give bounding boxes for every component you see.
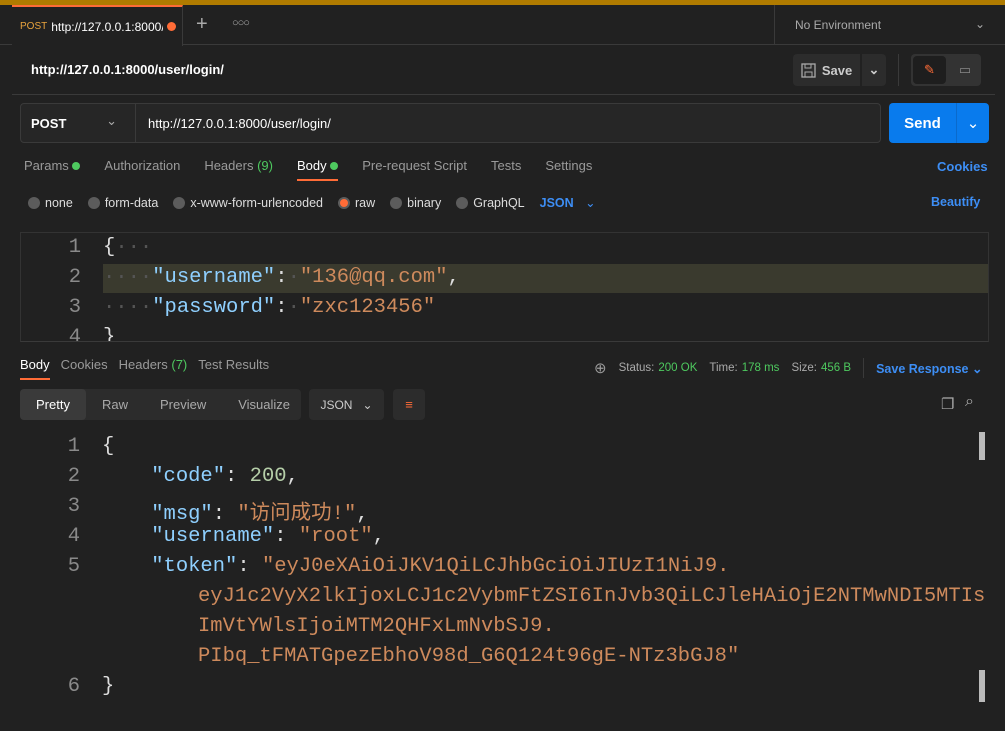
scrollbar-marker[interactable] bbox=[979, 670, 985, 702]
line-number: 5 bbox=[67, 555, 80, 578]
radio-none[interactable]: none bbox=[28, 196, 73, 210]
divider bbox=[898, 54, 899, 86]
tab-method: POST bbox=[20, 21, 48, 32]
response-format-select[interactable]: JSON ⌄ bbox=[309, 389, 384, 420]
tab-tests[interactable]: Tests bbox=[491, 158, 521, 181]
radio-form-data[interactable]: form-data bbox=[87, 196, 158, 210]
response-body-viewer: 1 2 3 4 5 6 { "code": 200, "msg": "访问成功!… bbox=[20, 432, 989, 731]
code-line: ····"username":·"136@qq.com", bbox=[103, 266, 460, 289]
request-tab[interactable]: POST http://127.0.0.1:8000/u bbox=[12, 5, 183, 46]
response-tabs: Body Cookies Headers (7) Test Results bbox=[20, 357, 280, 380]
cookies-link[interactable]: Cookies bbox=[937, 159, 988, 174]
code-line-wrapped: eyJ1c2VyX2lkIjoxLCJ1c2VybmFtZSI6InJvb3Qi… bbox=[198, 585, 986, 608]
tab-headers[interactable]: Headers (9) bbox=[204, 158, 273, 181]
tab-response-cookies[interactable]: Cookies bbox=[61, 357, 108, 380]
body-format-select[interactable]: JSON ⌄ bbox=[540, 195, 596, 210]
tab-bar: POST http://127.0.0.1:8000/u + ○○○ No En… bbox=[0, 5, 1005, 46]
code-line: } bbox=[102, 675, 115, 698]
request-title[interactable]: http://127.0.0.1:8000/user/login/ bbox=[31, 62, 224, 77]
code-line: "code": 200, bbox=[151, 465, 299, 488]
line-number: 1 bbox=[67, 435, 80, 458]
line-number: 1 bbox=[68, 236, 81, 259]
code-line: "username": "root", bbox=[151, 525, 385, 548]
more-tabs-icon[interactable]: ○○○ bbox=[232, 17, 250, 29]
send-button[interactable]: Send ⌄ bbox=[889, 103, 989, 143]
search-icon[interactable]: ⌕ bbox=[965, 393, 974, 411]
tab-response-body[interactable]: Body bbox=[20, 357, 50, 380]
tab-settings[interactable]: Settings bbox=[545, 158, 592, 181]
send-options-chevron-icon[interactable]: ⌄ bbox=[956, 103, 989, 143]
save-label: Save bbox=[821, 62, 853, 78]
response-status: ⊕ Status: 200 OK Time: 178 ms Size: 456 B S… bbox=[594, 358, 983, 378]
tab-params[interactable]: Params bbox=[24, 158, 81, 181]
code-line: ····"password":·"zxc123456" bbox=[103, 296, 436, 319]
view-pretty[interactable]: Pretty bbox=[20, 389, 86, 420]
body-type-options: none form-data x-www-form-urlencoded raw… bbox=[28, 195, 596, 210]
environment-select[interactable]: No Environment ⌄ bbox=[774, 5, 1005, 45]
edit-pencil-icon[interactable]: ✎ bbox=[913, 56, 946, 84]
save-button[interactable]: Save bbox=[793, 54, 860, 86]
line-number: 3 bbox=[68, 296, 81, 319]
line-number: 4 bbox=[68, 326, 81, 342]
code-line: { bbox=[102, 435, 115, 458]
radio-binary[interactable]: binary bbox=[390, 196, 441, 210]
line-number: 3 bbox=[67, 495, 80, 518]
save-response-button[interactable]: Save Response ⌄ bbox=[876, 361, 982, 376]
chevron-down-icon: ⌄ bbox=[974, 17, 985, 31]
view-toggle: ✎ ▭ bbox=[911, 54, 981, 86]
radio-graphql[interactable]: GraphQL bbox=[456, 196, 525, 210]
code-line: {··· bbox=[103, 236, 153, 259]
code-line-wrapped: PIbq_tFMATGpezEbhoV98d_G6Q124t96gE-NTz3b… bbox=[198, 645, 740, 668]
wrap-lines-icon[interactable]: ≡ bbox=[393, 389, 425, 420]
send-label: Send bbox=[904, 114, 941, 132]
code-line: "token": "eyJ0eXAiOiJKV1QiLCJhbGciOiJIUz… bbox=[151, 555, 730, 578]
status-dot-icon bbox=[330, 162, 339, 170]
line-number: 6 bbox=[67, 675, 80, 698]
line-number: 2 bbox=[68, 266, 81, 289]
environment-label: No Environment bbox=[795, 18, 882, 32]
view-raw[interactable]: Raw bbox=[86, 389, 144, 420]
globe-icon[interactable]: ⊕ bbox=[594, 359, 607, 377]
tab-test-results[interactable]: Test Results bbox=[198, 357, 269, 380]
chevron-down-icon: ⌄ bbox=[106, 113, 117, 128]
beautify-link[interactable]: Beautify bbox=[931, 195, 980, 209]
method-label: POST bbox=[31, 115, 67, 131]
copy-icon[interactable]: ❐ bbox=[941, 395, 954, 413]
url-input[interactable]: http://127.0.0.1:8000/user/login/ bbox=[135, 103, 881, 143]
line-number: 2 bbox=[67, 465, 80, 488]
tab-url: http://127.0.0.1:8000/u bbox=[51, 19, 164, 34]
tab-authorization[interactable]: Authorization bbox=[104, 158, 180, 181]
new-tab-plus-icon[interactable]: + bbox=[196, 13, 208, 36]
view-preview[interactable]: Preview bbox=[144, 389, 222, 420]
scrollbar-marker[interactable] bbox=[979, 432, 985, 460]
code-line-wrapped: ImVtYWlsIjoiMTM2QHFxLmNvbSJ9. bbox=[198, 615, 555, 638]
unsaved-dot-icon bbox=[167, 22, 177, 31]
save-icon bbox=[801, 62, 816, 78]
tab-body[interactable]: Body bbox=[296, 158, 339, 181]
radio-raw[interactable]: raw bbox=[338, 196, 375, 210]
save-options-chevron-icon[interactable]: ⌄ bbox=[862, 54, 886, 86]
radio-x-www-form-urlencoded[interactable]: x-www-form-urlencoded bbox=[173, 196, 323, 210]
request-tabs: Params Authorization Headers (9) Body Pr… bbox=[24, 158, 616, 181]
view-mode-selector: Pretty Raw Preview Visualize bbox=[20, 389, 301, 420]
tab-pre-request-script[interactable]: Pre-request Script bbox=[362, 158, 467, 181]
request-body-editor[interactable]: 1 2 3 4 {··· ····"username":·"136@qq.com… bbox=[20, 232, 989, 342]
view-visualize[interactable]: Visualize bbox=[222, 389, 306, 420]
code-line: } bbox=[103, 326, 116, 342]
request-title-row: http://127.0.0.1:8000/user/login/ Save ⌄… bbox=[12, 45, 995, 95]
status-dot-icon bbox=[72, 162, 81, 170]
tab-response-headers[interactable]: Headers (7) bbox=[119, 357, 188, 380]
comment-icon[interactable]: ▭ bbox=[951, 56, 979, 84]
method-select[interactable]: POST ⌄ bbox=[20, 103, 136, 143]
line-number: 4 bbox=[67, 525, 80, 548]
code-line: "msg": "访问成功!", bbox=[151, 503, 369, 526]
